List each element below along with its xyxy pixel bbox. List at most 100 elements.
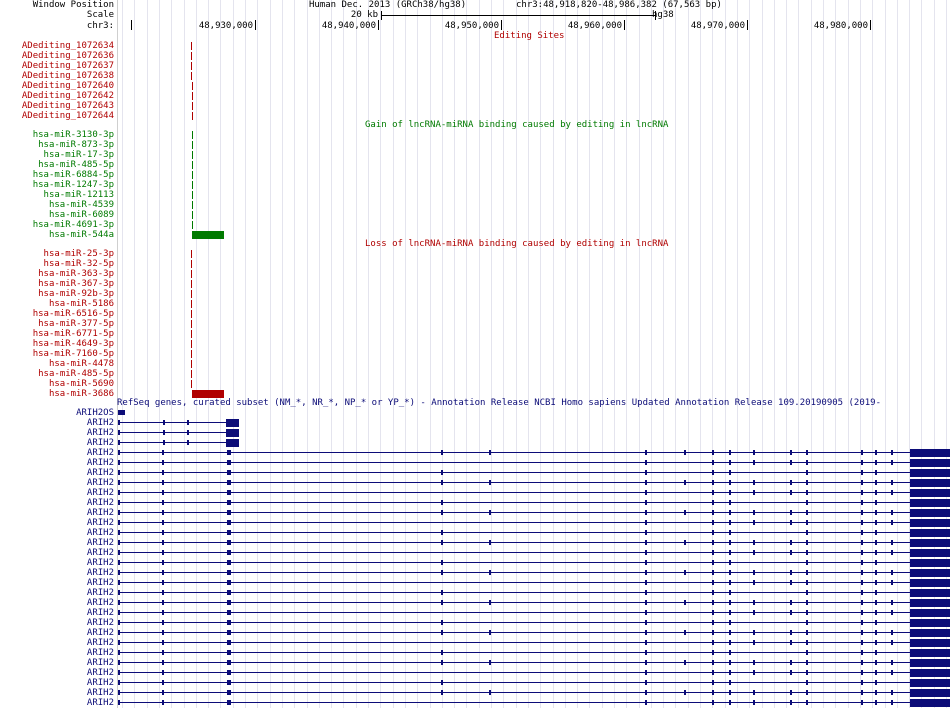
gene-exon[interactable] xyxy=(645,530,647,535)
loss-mirna-label[interactable]: hsa-miR-25-3p xyxy=(0,249,114,259)
gene-exon[interactable] xyxy=(729,650,731,655)
gene-label[interactable]: ARIH2 xyxy=(0,618,114,628)
loss-mirna-label[interactable]: hsa-miR-4478 xyxy=(0,359,114,369)
gene-exon[interactable] xyxy=(227,660,231,665)
gene-exon[interactable] xyxy=(806,610,808,615)
gene-label[interactable]: ARIH2 xyxy=(0,418,114,428)
gene-exon[interactable] xyxy=(790,700,792,705)
gene-label[interactable]: ARIH2 xyxy=(0,448,114,458)
gene-exon[interactable] xyxy=(753,450,755,455)
gene-exon[interactable] xyxy=(441,510,443,515)
gene-exon[interactable] xyxy=(227,570,231,575)
gene-exon[interactable] xyxy=(227,450,231,455)
gene-exon[interactable] xyxy=(806,450,808,455)
gene-utr-exon[interactable] xyxy=(910,619,950,627)
gene-intron-line[interactable] xyxy=(118,532,918,533)
gene-exon[interactable] xyxy=(806,570,808,575)
gene-exon[interactable] xyxy=(441,500,443,505)
gene-exon[interactable] xyxy=(753,630,755,635)
loss-binding-mark[interactable] xyxy=(191,370,192,378)
gene-exon[interactable] xyxy=(729,620,731,625)
gene-exon[interactable] xyxy=(227,580,231,585)
gene-exon[interactable] xyxy=(162,490,164,495)
gene-intron-line[interactable] xyxy=(118,552,918,553)
gene-exon[interactable] xyxy=(806,700,808,705)
gene-utr-exon[interactable] xyxy=(910,589,950,597)
gene-exon[interactable] xyxy=(684,660,686,665)
gene-exon[interactable] xyxy=(806,530,808,535)
gene-exon[interactable] xyxy=(861,690,863,695)
gene-exon[interactable] xyxy=(753,510,755,515)
gene-exon[interactable] xyxy=(875,470,877,475)
loss-binding-mark[interactable] xyxy=(191,280,192,288)
gene-exon[interactable] xyxy=(712,550,714,555)
gene-intron-line[interactable] xyxy=(118,582,918,583)
gene-exon[interactable] xyxy=(227,530,231,535)
gene-exon[interactable] xyxy=(162,570,164,575)
gene-exon[interactable] xyxy=(645,470,647,475)
gain-binding-mark[interactable] xyxy=(192,211,193,219)
editing-site-mark[interactable] xyxy=(192,112,193,120)
gene-exon[interactable] xyxy=(118,410,125,415)
gene-utr-exon[interactable] xyxy=(910,499,950,507)
gain-mirna-label[interactable]: hsa-miR-12113 xyxy=(0,190,114,200)
gene-exon[interactable] xyxy=(227,600,231,605)
gene-exon[interactable] xyxy=(162,550,164,555)
gain-binding-mark[interactable] xyxy=(192,231,224,239)
gene-exon[interactable] xyxy=(645,680,647,685)
gene-intron-line[interactable] xyxy=(118,632,918,633)
gene-exon[interactable] xyxy=(790,540,792,545)
loss-mirna-label[interactable]: hsa-miR-92b-3p xyxy=(0,289,114,299)
gene-exon[interactable] xyxy=(162,690,164,695)
gene-exon[interactable] xyxy=(162,480,164,485)
gene-exon[interactable] xyxy=(227,630,231,635)
gene-exon[interactable] xyxy=(891,630,893,635)
gene-exon[interactable] xyxy=(645,560,647,565)
gene-exon[interactable] xyxy=(891,580,893,585)
gain-binding-mark[interactable] xyxy=(192,191,193,199)
gene-utr-exon[interactable] xyxy=(910,689,950,697)
gene-exon[interactable] xyxy=(118,490,120,495)
gene-exon[interactable] xyxy=(729,640,731,645)
gene-exon[interactable] xyxy=(712,560,714,565)
gene-exon[interactable] xyxy=(806,550,808,555)
gain-mirna-label[interactable]: hsa-miR-1247-3p xyxy=(0,180,114,190)
gene-exon[interactable] xyxy=(891,670,893,675)
gene-exon[interactable] xyxy=(861,590,863,595)
gene-exon[interactable] xyxy=(441,480,443,485)
gene-utr-exon[interactable] xyxy=(910,519,950,527)
gene-exon[interactable] xyxy=(891,460,893,465)
gain-binding-mark[interactable] xyxy=(192,161,193,169)
gene-exon[interactable] xyxy=(489,570,491,575)
gene-exon[interactable] xyxy=(806,470,808,475)
loss-mirna-label[interactable]: hsa-miR-485-5p xyxy=(0,369,114,379)
gene-utr-exon[interactable] xyxy=(910,529,950,537)
gene-label[interactable]: ARIH2 xyxy=(0,528,114,538)
gene-exon[interactable] xyxy=(729,530,731,535)
gene-exon[interactable] xyxy=(712,580,714,585)
gene-exon[interactable] xyxy=(118,570,120,575)
gene-utr-exon[interactable] xyxy=(910,629,950,637)
gene-exon[interactable] xyxy=(162,670,164,675)
gene-exon[interactable] xyxy=(729,480,731,485)
gene-exon[interactable] xyxy=(118,460,120,465)
gene-exon[interactable] xyxy=(875,570,877,575)
gene-exon[interactable] xyxy=(753,490,755,495)
gene-exon[interactable] xyxy=(875,580,877,585)
gain-binding-mark[interactable] xyxy=(192,151,193,159)
gene-exon[interactable] xyxy=(861,550,863,555)
gene-exon[interactable] xyxy=(875,540,877,545)
gene-exon[interactable] xyxy=(806,580,808,585)
gene-exon[interactable] xyxy=(790,630,792,635)
gene-exon[interactable] xyxy=(118,500,120,505)
gene-exon[interactable] xyxy=(441,630,443,635)
gene-intron-line[interactable] xyxy=(118,562,918,563)
gene-exon[interactable] xyxy=(441,570,443,575)
gene-exon[interactable] xyxy=(806,660,808,665)
gene-exon[interactable] xyxy=(729,450,731,455)
gene-exon[interactable] xyxy=(891,700,893,705)
editing-site-mark[interactable] xyxy=(192,92,193,100)
gene-exon[interactable] xyxy=(729,600,731,605)
gene-intron-line[interactable] xyxy=(118,512,918,513)
gene-exon[interactable] xyxy=(645,610,647,615)
